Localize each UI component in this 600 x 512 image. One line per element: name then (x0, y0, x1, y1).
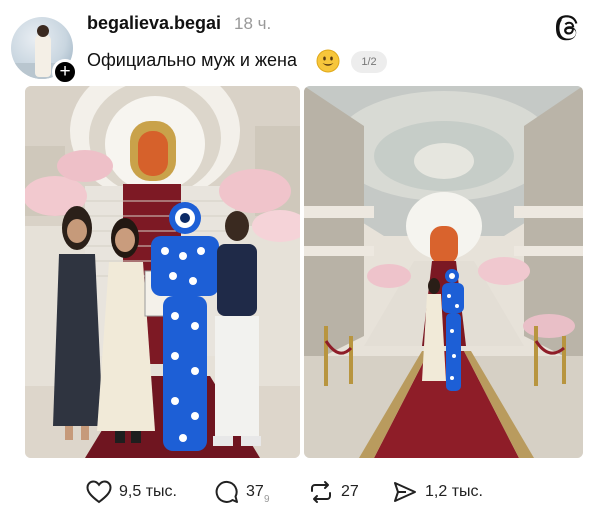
username[interactable]: begalieva.begai (87, 13, 221, 34)
repost-button[interactable]: 27 (308, 478, 359, 506)
post-actions-bar: 9,5 тыс. 37 27 1,2 тыс. (0, 472, 600, 512)
share-icon (394, 482, 416, 502)
threads-icon[interactable] (556, 15, 582, 41)
photo-2-illustration (304, 86, 583, 458)
photo-couple-with-friend[interactable] (25, 86, 300, 458)
replies-count: 37 (246, 483, 264, 500)
repost-icon (311, 481, 331, 503)
reposts-count: 27 (341, 483, 359, 500)
like-button[interactable]: 9,5 тыс. (86, 478, 177, 506)
photo-1-illustration (25, 86, 300, 458)
image-counter: 1/2 (351, 51, 387, 73)
post-timestamp: 18 ч. (234, 14, 272, 33)
smiling-face-emoji-icon (316, 49, 340, 73)
photo-hall-with-bride[interactable] (304, 86, 583, 458)
comment-icon (215, 480, 238, 503)
post-text: Официально муж и жена (87, 50, 297, 70)
follow-plus-icon[interactable]: + (52, 59, 78, 85)
likes-count: 9,5 тыс. (119, 483, 177, 500)
avatar-head (37, 25, 49, 37)
share-button[interactable]: 1,2 тыс. (392, 478, 483, 506)
avatar-figure (35, 33, 51, 77)
replies-subcount: 9 (264, 494, 270, 505)
reply-button[interactable]: 37 (215, 478, 264, 506)
heart-icon (86, 480, 112, 504)
shares-count: 1,2 тыс. (425, 483, 483, 500)
